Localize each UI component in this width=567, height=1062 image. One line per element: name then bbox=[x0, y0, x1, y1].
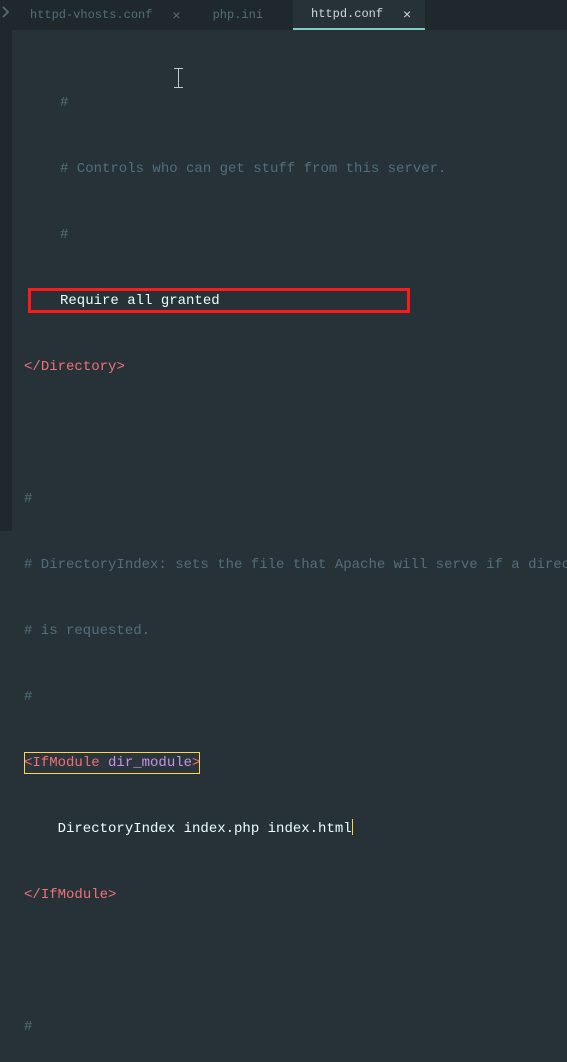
tab-bar: httpd-vhosts.conf × php.ini httpd.conf × bbox=[0, 0, 567, 30]
highlighted-line: <IfModule dir_module> bbox=[24, 752, 200, 774]
code-comment: # bbox=[24, 1019, 32, 1035]
blank-line bbox=[24, 422, 559, 444]
editor-caret bbox=[352, 819, 353, 835]
code-tag: </Directory> bbox=[24, 359, 125, 375]
code-comment: # bbox=[24, 491, 32, 507]
tab-httpd-vhosts[interactable]: httpd-vhosts.conf × bbox=[12, 0, 195, 30]
code-text: DirectoryIndex index.php index.html bbox=[24, 821, 352, 837]
code-comment: # is requested. bbox=[24, 623, 150, 639]
close-icon[interactable]: × bbox=[172, 8, 180, 22]
code-comment: # bbox=[60, 95, 68, 111]
close-icon[interactable]: × bbox=[403, 7, 411, 21]
tab-httpd-conf[interactable]: httpd.conf × bbox=[293, 0, 425, 30]
tab-label: php.ini bbox=[213, 8, 263, 22]
code-comment: # bbox=[60, 227, 68, 243]
code-editor[interactable]: # # Controls who can get stuff from this… bbox=[0, 30, 567, 1062]
code-text: Require all granted bbox=[60, 293, 220, 309]
code-tag: </IfModule> bbox=[24, 887, 116, 903]
code-comment: # DirectoryIndex: sets the file that Apa… bbox=[24, 557, 567, 573]
blank-line bbox=[24, 950, 559, 972]
tab-php-ini[interactable]: php.ini bbox=[195, 0, 293, 30]
code-comment: # Controls who can get stuff from this s… bbox=[60, 161, 446, 177]
chevron-right-icon[interactable] bbox=[0, 6, 12, 18]
activity-bar bbox=[0, 0, 12, 531]
code-comment: # bbox=[24, 689, 32, 705]
tab-label: httpd-vhosts.conf bbox=[30, 8, 152, 22]
tab-label: httpd.conf bbox=[311, 7, 383, 21]
